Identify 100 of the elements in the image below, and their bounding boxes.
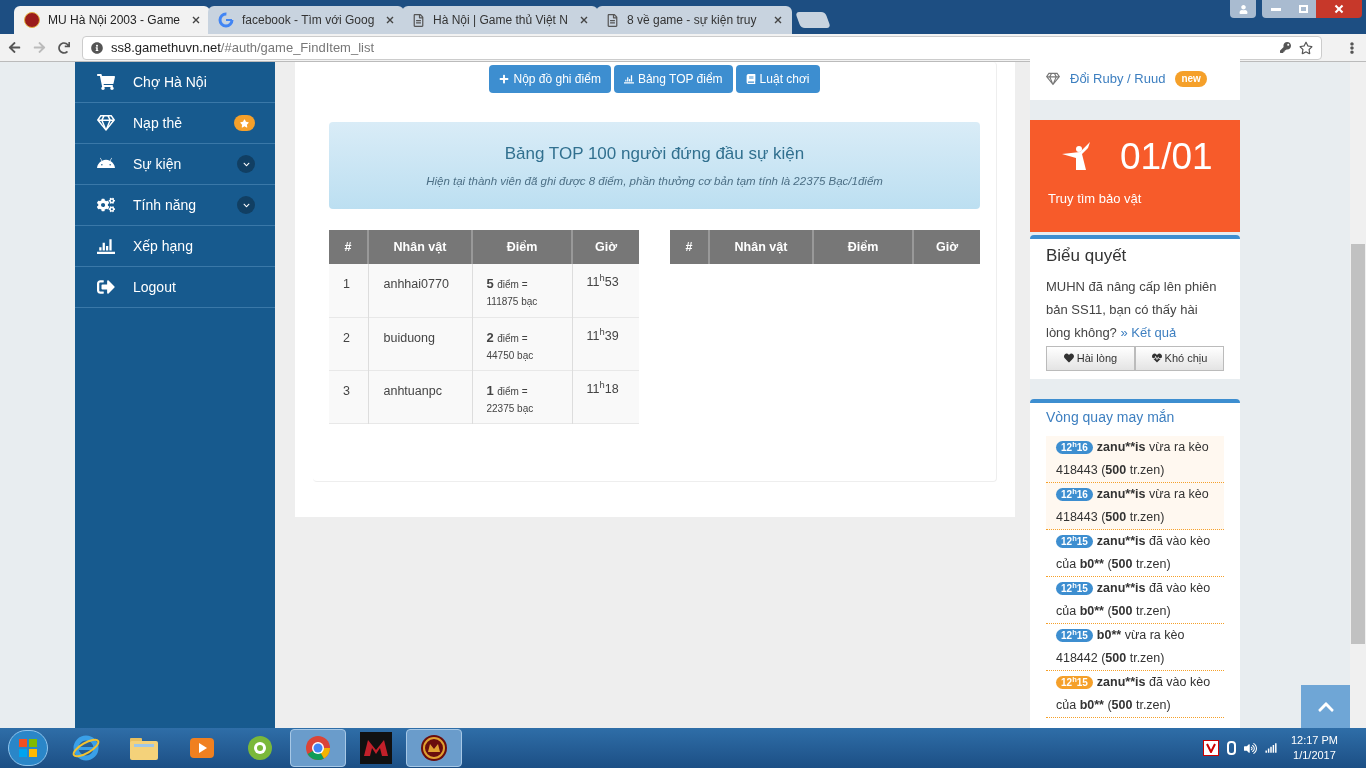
browser-tab[interactable]: MU Hà Nội 2003 - Game (14, 6, 210, 34)
windows-logo-icon (19, 739, 37, 757)
browser-tab[interactable]: 8 về game - sự kiện truy (596, 6, 792, 34)
table-cell: 11$^{h}$53 (572, 264, 639, 317)
column-header: Điểm (472, 230, 572, 264)
page-icon (412, 13, 425, 27)
time-badge: 12$^{h}$15 (1056, 534, 1093, 548)
heartbeat-icon (1151, 353, 1162, 363)
key-icon[interactable] (1280, 42, 1291, 53)
scrollbar[interactable] (1350, 62, 1366, 728)
book-icon (745, 74, 756, 84)
taskbar-app[interactable] (406, 729, 462, 767)
tab-title: MU Hà Nội 2003 - Game (48, 12, 182, 29)
sidebar-item[interactable]: Chợ Hà Nội (75, 62, 275, 103)
close-icon[interactable] (774, 16, 782, 24)
diamond-icon (97, 114, 115, 132)
chevron-down-icon[interactable] (237, 155, 255, 173)
site-logo-icon (24, 12, 40, 28)
table-cell: 1 điểm = 22375 bạc (472, 370, 572, 423)
new-tab-button[interactable] (795, 12, 831, 28)
clock[interactable]: 12:17 PM 1/1/2017 (1290, 733, 1338, 763)
sidebar-item[interactable]: Tính năng (75, 185, 275, 226)
close-icon[interactable] (386, 16, 394, 24)
browser-tab[interactable]: facebook - Tìm với Goog (208, 6, 404, 34)
back-icon[interactable] (8, 41, 21, 54)
action-button[interactable]: Bảng TOP điểm (613, 65, 733, 93)
time-badge: 12$^{h}$16 (1056, 487, 1093, 501)
ie-icon (71, 733, 101, 763)
browser-icon (246, 734, 274, 762)
column-header: Nhân vật (709, 230, 813, 264)
logout-icon (97, 278, 115, 296)
tab-title: Hà Nội | Game thủ Việt N (433, 12, 569, 29)
plus-icon (499, 74, 510, 84)
time-badge: 12$^{h}$16 (1056, 440, 1093, 454)
star-badge-icon (234, 115, 255, 131)
column-header: Giờ (913, 230, 980, 264)
url-host: ss8.gamethuvn.net (111, 38, 221, 57)
reload-icon[interactable] (58, 41, 70, 54)
close-icon[interactable] (192, 16, 200, 24)
event-label: Truy tìm bảo vật (1048, 190, 1143, 208)
event-count: 01/01 (1120, 138, 1213, 175)
device-icon[interactable] (1226, 741, 1236, 755)
wheel-entry: 12$^{h}$16 zanu**is vừa ra kèo 418443 (500 tr.zen) (1046, 482, 1224, 530)
folder-icon (129, 735, 159, 761)
bar-chart-icon (97, 237, 115, 255)
action-button[interactable]: Nộp đồ ghi điểm (489, 65, 611, 93)
close-icon[interactable] (580, 16, 588, 24)
tab-title: facebook - Tìm với Goog (242, 12, 376, 29)
banner-title: Bảng TOP 100 người đứng đầu sự kiện (504, 143, 805, 166)
poll-button[interactable]: Hài lòng (1046, 345, 1135, 371)
bookmark-star-icon[interactable] (1299, 40, 1313, 55)
heart-icon (1063, 353, 1074, 363)
action-button[interactable]: Luật chơi (735, 65, 820, 93)
page-icon (606, 13, 619, 27)
poll-title: Biểu quyết (1046, 245, 1128, 267)
gears-icon (97, 196, 115, 214)
chevron-down-icon[interactable] (237, 196, 255, 214)
table-cell: 2 điểm = 44750 bạc (472, 317, 572, 370)
column-header: Nhân vật (368, 230, 472, 264)
chrome-icon (304, 734, 332, 762)
tab-title: 8 về game - sự kiện truy (627, 12, 758, 29)
google-icon (218, 12, 234, 28)
table-cell: 3 (329, 370, 368, 423)
banner-subtitle: Hiện tại thành viên đã ghi được 8 điểm, phần thưởng cơ bản tạm tính là 22375 Bạc/1điểm (426, 173, 883, 189)
signal-icon[interactable] (1264, 742, 1277, 754)
cart-icon (97, 73, 115, 91)
close-button[interactable] (1316, 0, 1362, 18)
info-icon[interactable] (91, 41, 103, 54)
table-cell: 11$^{h}$39 (572, 317, 639, 370)
address-field[interactable]: ss8.gamethuvn.net/#auth/game_FindItem_list (82, 35, 1322, 60)
sidebar-item[interactable]: Nạp thẻ (75, 103, 275, 144)
volume-icon[interactable] (1243, 741, 1257, 755)
poll-question: MUHN đã nâng cấp lên phiên bản SS11, bạn có thấy hài lòng không? » Kết quả (1046, 277, 1218, 342)
game-icon (419, 733, 449, 763)
browser-tab[interactable]: Hà Nội | Game thủ Việt N (402, 6, 598, 34)
person-icon (1238, 4, 1248, 14)
bar-chart-icon (623, 74, 634, 84)
wheel-entry: 12$^{h}$16 zanu**is vừa ra kèo 418443 (500 tr.zen) (1046, 435, 1224, 483)
table-cell: 11$^{h}$18 (572, 370, 639, 423)
column-header: # (329, 230, 368, 264)
wheel-title: Vòng quay may mắn (1046, 407, 1176, 427)
time-badge: 12$^{h}$15 (1056, 581, 1093, 595)
sidebar-item[interactable]: Sự kiện (75, 144, 275, 185)
table-cell: anhtuanpc (368, 370, 472, 423)
ruby-link[interactable]: Đổi Ruby / Ruud (1070, 69, 1166, 89)
start-button[interactable] (8, 730, 48, 766)
new-badge: new (1175, 71, 1207, 87)
table-cell: 5 điểm = 111875 bạc (472, 264, 572, 317)
column-header: Giờ (572, 230, 639, 264)
table-cell: 1 (329, 264, 368, 317)
url-path: /#auth/game_FindItem_list (220, 38, 375, 57)
result-link[interactable]: » Kết quả (1120, 324, 1177, 340)
poll-button[interactable]: Khó chịu (1135, 345, 1224, 371)
table-cell: 2 (329, 317, 368, 370)
time-badge: 12$^{h}$15 (1056, 628, 1093, 642)
column-header: Điểm (813, 230, 913, 264)
time-badge: 12$^{h}$15 (1056, 675, 1093, 689)
game-icon (360, 732, 392, 764)
diamond-icon (1046, 72, 1060, 86)
antivirus-icon[interactable] (1202, 740, 1219, 756)
